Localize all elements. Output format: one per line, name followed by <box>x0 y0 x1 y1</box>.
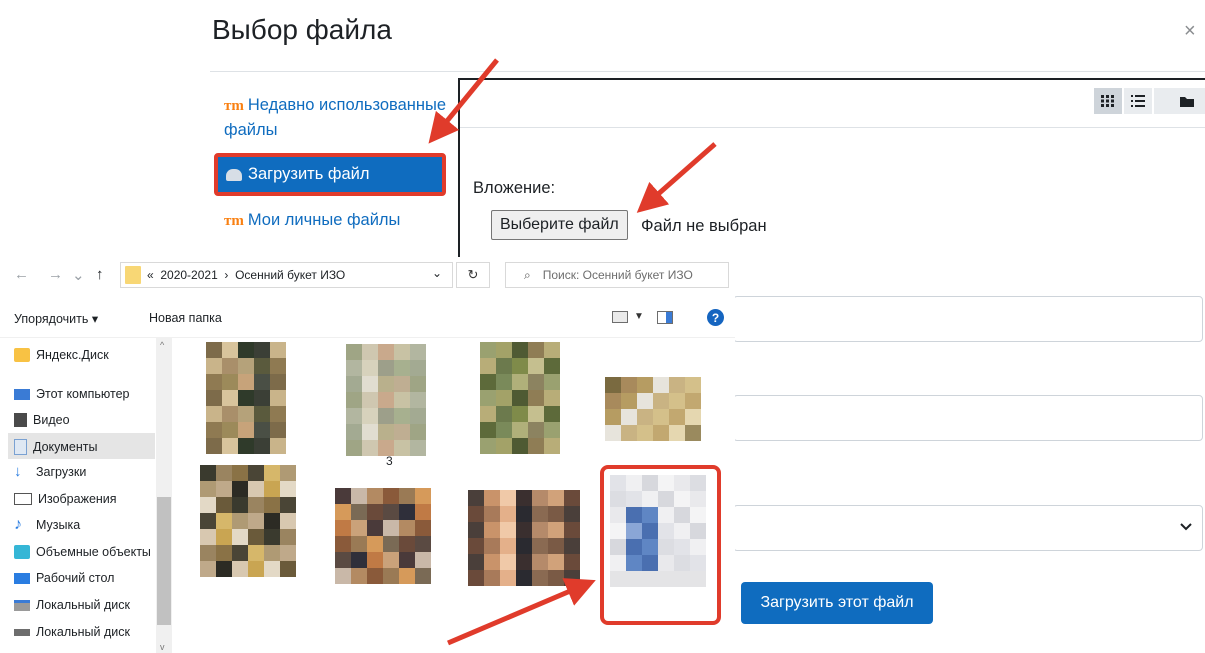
annotation-arrows <box>428 58 717 646</box>
arrow-to-highlighted-file <box>447 578 596 646</box>
arrow-to-choose-file <box>636 142 717 213</box>
arrow-to-upload-repo <box>428 58 499 144</box>
